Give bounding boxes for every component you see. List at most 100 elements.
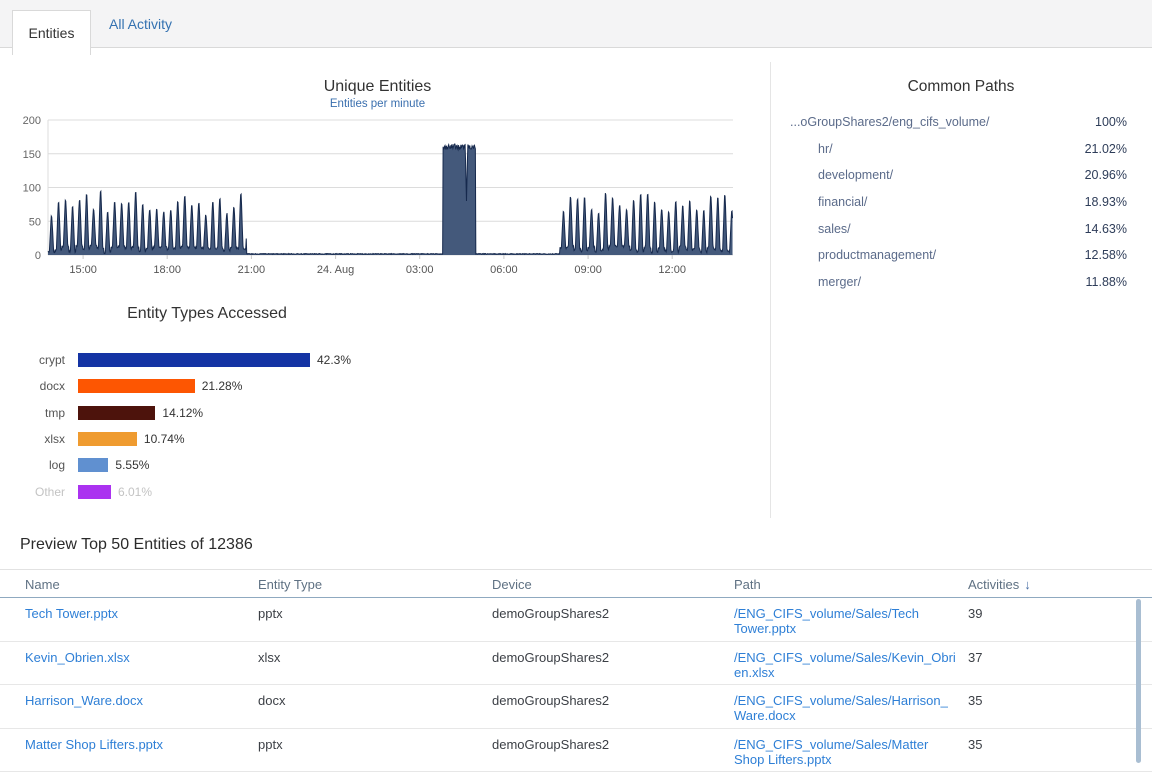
entity-name-link[interactable]: Tech Tower.pptx (25, 598, 258, 641)
bar-segment (78, 458, 108, 472)
entity-path-link[interactable]: /ENG_CIFS_volume/Sales/Harrison_Ware.doc… (734, 685, 968, 728)
table-body: Tech Tower.pptxpptxdemoGroupShares2/ENG_… (0, 598, 1152, 772)
x-tick-label: 15:00 (69, 264, 97, 276)
column-header-device[interactable]: Device (492, 570, 734, 597)
x-tick-label: 06:00 (490, 264, 518, 276)
common-path-row: hr/21.02% (770, 136, 1144, 163)
entity-name-link[interactable]: Matter Shop Lifters.pptx (25, 729, 258, 772)
bar-value-label: 14.12% (162, 406, 203, 420)
common-path-percent: 20.96% (1085, 168, 1127, 182)
common-path-percent: 14.63% (1085, 222, 1127, 236)
common-paths-panel: ...oGroupShares2/eng_cifs_volume/100%hr/… (770, 109, 1144, 295)
common-path-percent: 21.02% (1085, 142, 1127, 156)
entities-dashboard: Entities All Activity Unique Entities En… (0, 0, 1152, 774)
common-path-percent: 11.88% (1086, 275, 1127, 289)
bar-segment (78, 485, 111, 499)
bar-value-label: 6.01% (118, 485, 152, 499)
area-series-fill (48, 144, 733, 255)
bar-category-label: Other (0, 485, 65, 499)
y-tick-label: 150 (23, 149, 41, 161)
common-path-percent: 12.58% (1085, 248, 1127, 262)
common-path-row: financial/18.93% (770, 189, 1144, 216)
bar-segment (78, 432, 137, 446)
bar-value-label: 5.55% (115, 458, 149, 472)
entity-name-link[interactable]: Harrison_Ware.docx (25, 685, 258, 728)
entities-table: NameEntity TypeDevicePathActivities↓ Tec… (0, 569, 1152, 772)
table-header-row: NameEntity TypeDevicePathActivities↓ (0, 569, 1152, 598)
entity-type-cell: pptx (258, 598, 492, 641)
entity-type-cell: docx (258, 685, 492, 728)
common-path-percent: 100% (1095, 115, 1127, 129)
common-paths-title: Common Paths (770, 78, 1152, 96)
entity-path-link[interactable]: /ENG_CIFS_volume/Sales/Kevin_Obrien.xlsx (734, 642, 968, 685)
device-cell: demoGroupShares2 (492, 598, 734, 641)
column-header-entity-type[interactable]: Entity Type (258, 570, 492, 597)
bar-category-label: docx (0, 379, 65, 393)
y-tick-label: 0 (35, 250, 41, 262)
bar-row-docx: docx 21.28% (0, 373, 420, 399)
table-row[interactable]: Matter Shop Lifters.pptxpptxdemoGroupSha… (0, 729, 1152, 773)
tab-all-activity[interactable]: All Activity (99, 0, 182, 48)
entity-types-title: Entity Types Accessed (0, 305, 414, 323)
common-path-row: sales/14.63% (770, 215, 1144, 242)
activities-cell: 39 (968, 598, 1152, 641)
column-header-path[interactable]: Path (734, 570, 968, 597)
unique-entities-title: Unique Entities (0, 78, 755, 96)
x-tick-label: 21:00 (238, 264, 266, 276)
common-path-link[interactable]: financial/ (818, 195, 867, 209)
common-path-link[interactable]: development/ (818, 168, 893, 182)
tab-bar: Entities All Activity (0, 0, 1152, 48)
entity-type-cell: xlsx (258, 642, 492, 685)
device-cell: demoGroupShares2 (492, 729, 734, 772)
bar-value-label: 21.28% (202, 379, 243, 393)
common-path-link[interactable]: merger/ (818, 275, 861, 289)
activities-cell: 37 (968, 642, 1152, 685)
bar-category-label: log (0, 458, 65, 472)
common-path-link[interactable]: sales/ (818, 222, 851, 236)
entity-types-chart: crypt 42.3% docx 21.28% tmp 14.12% xlsx 10.74% l… (0, 347, 420, 505)
table-row[interactable]: Harrison_Ware.docxdocxdemoGroupShares2/E… (0, 685, 1152, 729)
bar-value-label: 10.74% (144, 432, 185, 446)
common-path-row: ...oGroupShares2/eng_cifs_volume/100% (770, 109, 1144, 136)
bar-row-crypt: crypt 42.3% (0, 347, 420, 373)
common-path-link[interactable]: hr/ (818, 142, 833, 156)
sort-desc-icon: ↓ (1024, 577, 1031, 592)
common-path-link[interactable]: productmanagement/ (818, 248, 936, 262)
y-tick-label: 50 (29, 216, 41, 228)
common-path-row: merger/11.88% (770, 269, 1144, 296)
x-tick-label: 03:00 (406, 264, 434, 276)
column-header-name[interactable]: Name (25, 570, 258, 597)
entity-type-cell: pptx (258, 729, 492, 772)
table-scrollbar-thumb[interactable] (1136, 599, 1141, 763)
table-row[interactable]: Kevin_Obrien.xlsxxlsxdemoGroupShares2/EN… (0, 642, 1152, 686)
x-tick-label: 24. Aug (317, 264, 354, 276)
x-tick-label: 09:00 (574, 264, 602, 276)
device-cell: demoGroupShares2 (492, 642, 734, 685)
bar-row-tmp: tmp 14.12% (0, 400, 420, 426)
tab-entities[interactable]: Entities (12, 10, 91, 55)
bar-category-label: crypt (0, 353, 65, 367)
bar-category-label: tmp (0, 406, 65, 420)
bar-row-log: log 5.55% (0, 452, 420, 478)
x-tick-label: 12:00 (658, 264, 686, 276)
bar-segment (78, 406, 155, 420)
table-row[interactable]: Tech Tower.pptxpptxdemoGroupShares2/ENG_… (0, 598, 1152, 642)
entity-path-link[interactable]: /ENG_CIFS_volume/Sales/Tech Tower.pptx (734, 598, 968, 641)
bar-segment (78, 379, 195, 393)
tab-all-activity-label: All Activity (109, 16, 172, 32)
device-cell: demoGroupShares2 (492, 685, 734, 728)
entity-path-link[interactable]: /ENG_CIFS_volume/Sales/Matter Shop Lifte… (734, 729, 968, 772)
activities-cell: 35 (968, 685, 1152, 728)
common-path-link[interactable]: ...oGroupShares2/eng_cifs_volume/ (790, 115, 989, 129)
entity-name-link[interactable]: Kevin_Obrien.xlsx (25, 642, 258, 685)
activities-cell: 35 (968, 729, 1152, 772)
common-path-row: development/20.96% (770, 162, 1144, 189)
bar-value-label: 42.3% (317, 353, 351, 367)
x-tick-label: 18:00 (153, 264, 181, 276)
common-path-percent: 18.93% (1085, 195, 1127, 209)
column-header-activities[interactable]: Activities↓ (968, 570, 1152, 597)
y-tick-label: 100 (23, 183, 41, 195)
bar-category-label: xlsx (0, 432, 65, 446)
bar-row-xlsx: xlsx 10.74% (0, 426, 420, 452)
common-path-row: productmanagement/12.58% (770, 242, 1144, 269)
